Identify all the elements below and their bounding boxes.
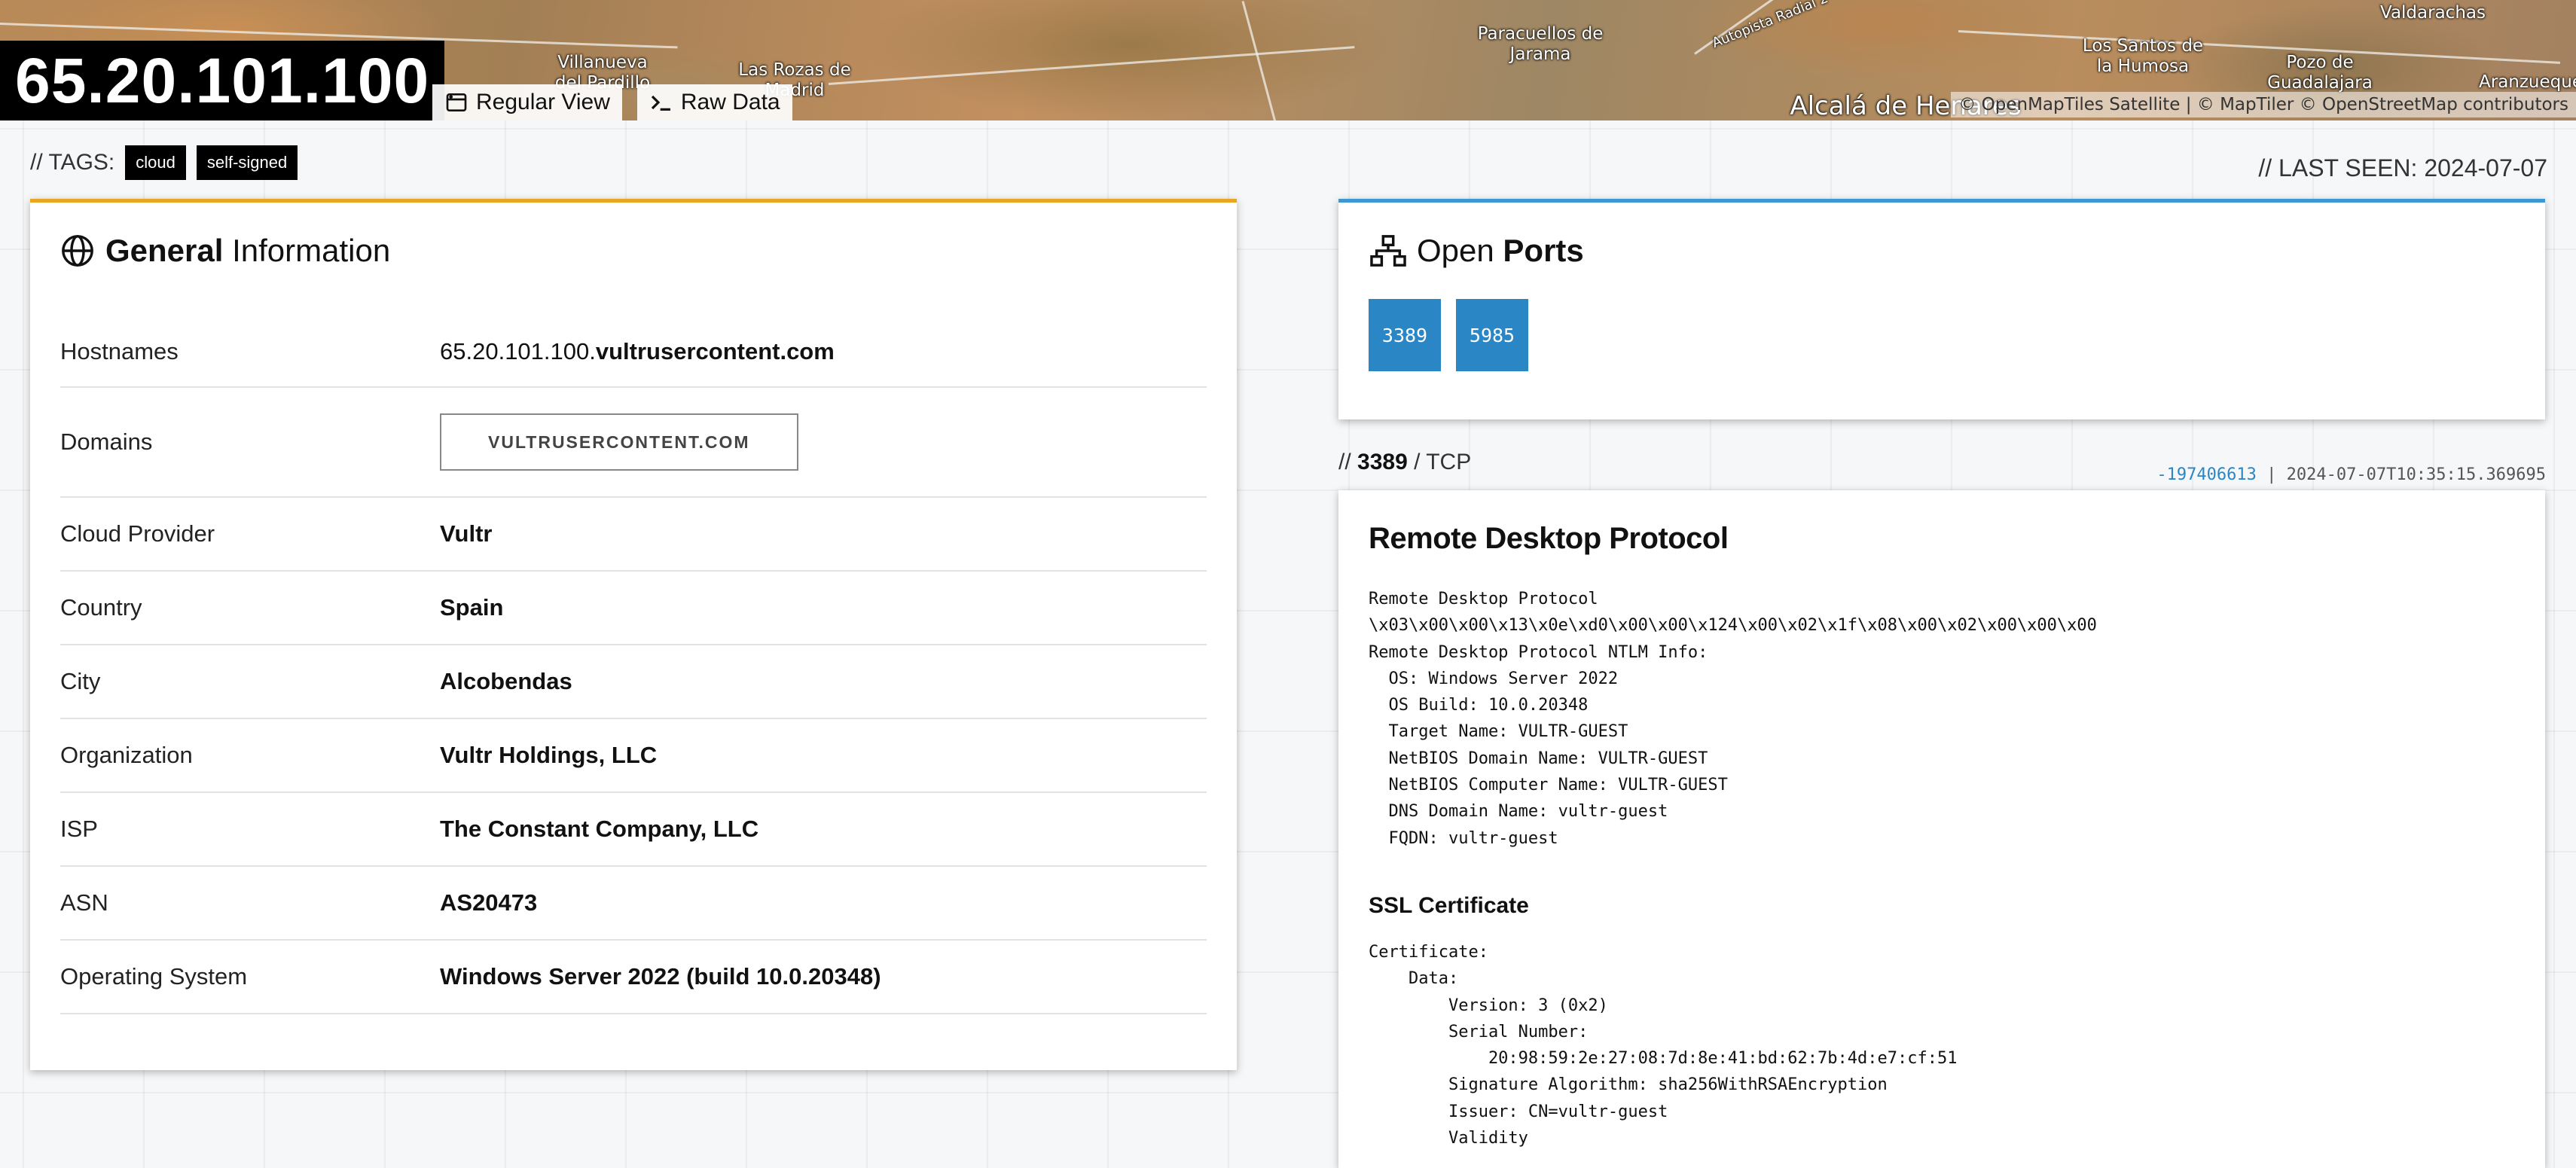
- map-road: [1241, 1, 1295, 120]
- map-label: Paracuellos de Jarama: [1477, 24, 1604, 64]
- ssl-certificate-title: SSL Certificate: [1369, 893, 1529, 918]
- window-icon: [446, 93, 467, 111]
- tags-row: // TAGS: cloud self-signed: [30, 145, 298, 180]
- meta-separator: |: [2256, 465, 2287, 484]
- port-3389[interactable]: 3389: [1369, 299, 1441, 371]
- map-label: Autopista Radial 2: [1709, 0, 1831, 51]
- port-5985[interactable]: 5985: [1456, 299, 1528, 371]
- tag-cloud[interactable]: cloud: [125, 145, 186, 180]
- info-label: Domains: [60, 428, 153, 455]
- title-bold: Ports: [1503, 233, 1584, 268]
- domain-button[interactable]: VULTRUSERCONTENT.COM: [440, 413, 798, 471]
- info-row-city: City Alcobendas: [60, 645, 1207, 719]
- map-label: Pozo de Guadalajara: [2267, 53, 2373, 93]
- service-header: // 3389 / TCP: [1338, 450, 1471, 475]
- info-table: Hostnames 65.20.101.100.vultrusercontent…: [60, 317, 1207, 1014]
- network-icon: [1370, 235, 1406, 267]
- info-value: Vultr: [440, 520, 493, 547]
- info-value: Alcobendas: [440, 668, 572, 694]
- service-prefix: //: [1338, 450, 1358, 474]
- hostname-domain: vultrusercontent.com: [595, 338, 835, 364]
- tag-self-signed[interactable]: self-signed: [196, 145, 298, 180]
- banner-hash-link[interactable]: -197406613: [2156, 465, 2256, 484]
- regular-view-label: Regular View: [476, 90, 610, 114]
- service-title: Remote Desktop Protocol: [1369, 522, 1729, 555]
- info-row-operating-system: Operating System Windows Server 2022 (bu…: [60, 941, 1207, 1014]
- terminal-icon: [651, 95, 670, 111]
- info-row-organization: Organization Vultr Holdings, LLC: [60, 719, 1207, 793]
- title-light: Information: [223, 233, 391, 268]
- info-value: AS20473: [440, 889, 538, 916]
- service-protocol: / TCP: [1407, 450, 1472, 474]
- info-row-asn: ASN AS20473: [60, 867, 1207, 941]
- view-tabs: Regular View Raw Data: [432, 84, 792, 120]
- regular-view-tab[interactable]: Regular View: [432, 84, 622, 120]
- info-row-domains: Domains VULTRUSERCONTENT.COM: [60, 388, 1207, 498]
- info-label: Operating System: [60, 963, 248, 990]
- map-label: Aranzueque: [2479, 72, 2576, 92]
- raw-data-label: Raw Data: [680, 90, 780, 114]
- info-label: Organization: [60, 742, 193, 768]
- ports-list: 3389 5985: [1369, 299, 1528, 371]
- map-label: Los Santos de la Humosa: [2082, 36, 2204, 76]
- info-row-country: Country Spain: [60, 572, 1207, 645]
- map-label: Valdarachas: [2380, 3, 2486, 23]
- info-value: Spain: [440, 594, 504, 621]
- service-banner: Remote Desktop Protocol \x03\x00\x00\x13…: [1369, 590, 2097, 848]
- globe-icon: [62, 235, 93, 267]
- info-value: The Constant Company, LLC: [440, 816, 759, 842]
- title-bold: General: [105, 233, 224, 268]
- map-attribution[interactable]: © OpenMapTiles Satellite | © MapTiler © …: [1951, 92, 2576, 117]
- info-value: Vultr Holdings, LLC: [440, 742, 658, 768]
- page-title: 65.20.101.100: [0, 41, 445, 120]
- map-road: [828, 46, 1355, 85]
- open-ports-title: Open Ports: [1369, 233, 1584, 269]
- ssl-certificate-text: Certificate: Data: Version: 3 (0x2) Seri…: [1369, 943, 1958, 1148]
- last-seen: // LAST SEEN: 2024-07-07: [2258, 154, 2547, 181]
- info-row-hostnames: Hostnames 65.20.101.100.vultrusercontent…: [60, 317, 1207, 388]
- general-information-title: General Information: [60, 233, 390, 269]
- info-row-cloud-provider: Cloud Provider Vultr: [60, 498, 1207, 572]
- hostname-value: 65.20.101.100.vultrusercontent.com: [440, 338, 835, 365]
- info-label: Country: [60, 594, 142, 621]
- service-card: Remote Desktop Protocol Remote Desktop P…: [1338, 490, 2545, 1168]
- info-label: ASN: [60, 889, 108, 916]
- service-port: 3389: [1357, 450, 1408, 474]
- open-ports-card: Open Ports 3389 5985: [1338, 199, 2545, 419]
- tags-label: // TAGS:: [30, 150, 115, 175]
- info-value: Windows Server 2022 (build 10.0.20348): [440, 963, 881, 990]
- info-label: ISP: [60, 816, 98, 842]
- info-label: Hostnames: [60, 338, 179, 364]
- title-light: Open: [1417, 233, 1503, 268]
- service-meta: -197406613 | 2024-07-07T10:35:15.369695: [2156, 465, 2546, 484]
- info-label: City: [60, 668, 101, 694]
- general-information-card: General Information Hostnames 65.20.101.…: [30, 199, 1237, 1070]
- hostname-prefix: 65.20.101.100.: [440, 338, 596, 364]
- raw-data-tab[interactable]: Raw Data: [636, 84, 792, 120]
- service-timestamp: 2024-07-07T10:35:15.369695: [2286, 465, 2546, 484]
- info-row-isp: ISP The Constant Company, LLC: [60, 793, 1207, 867]
- info-label: Cloud Provider: [60, 520, 215, 547]
